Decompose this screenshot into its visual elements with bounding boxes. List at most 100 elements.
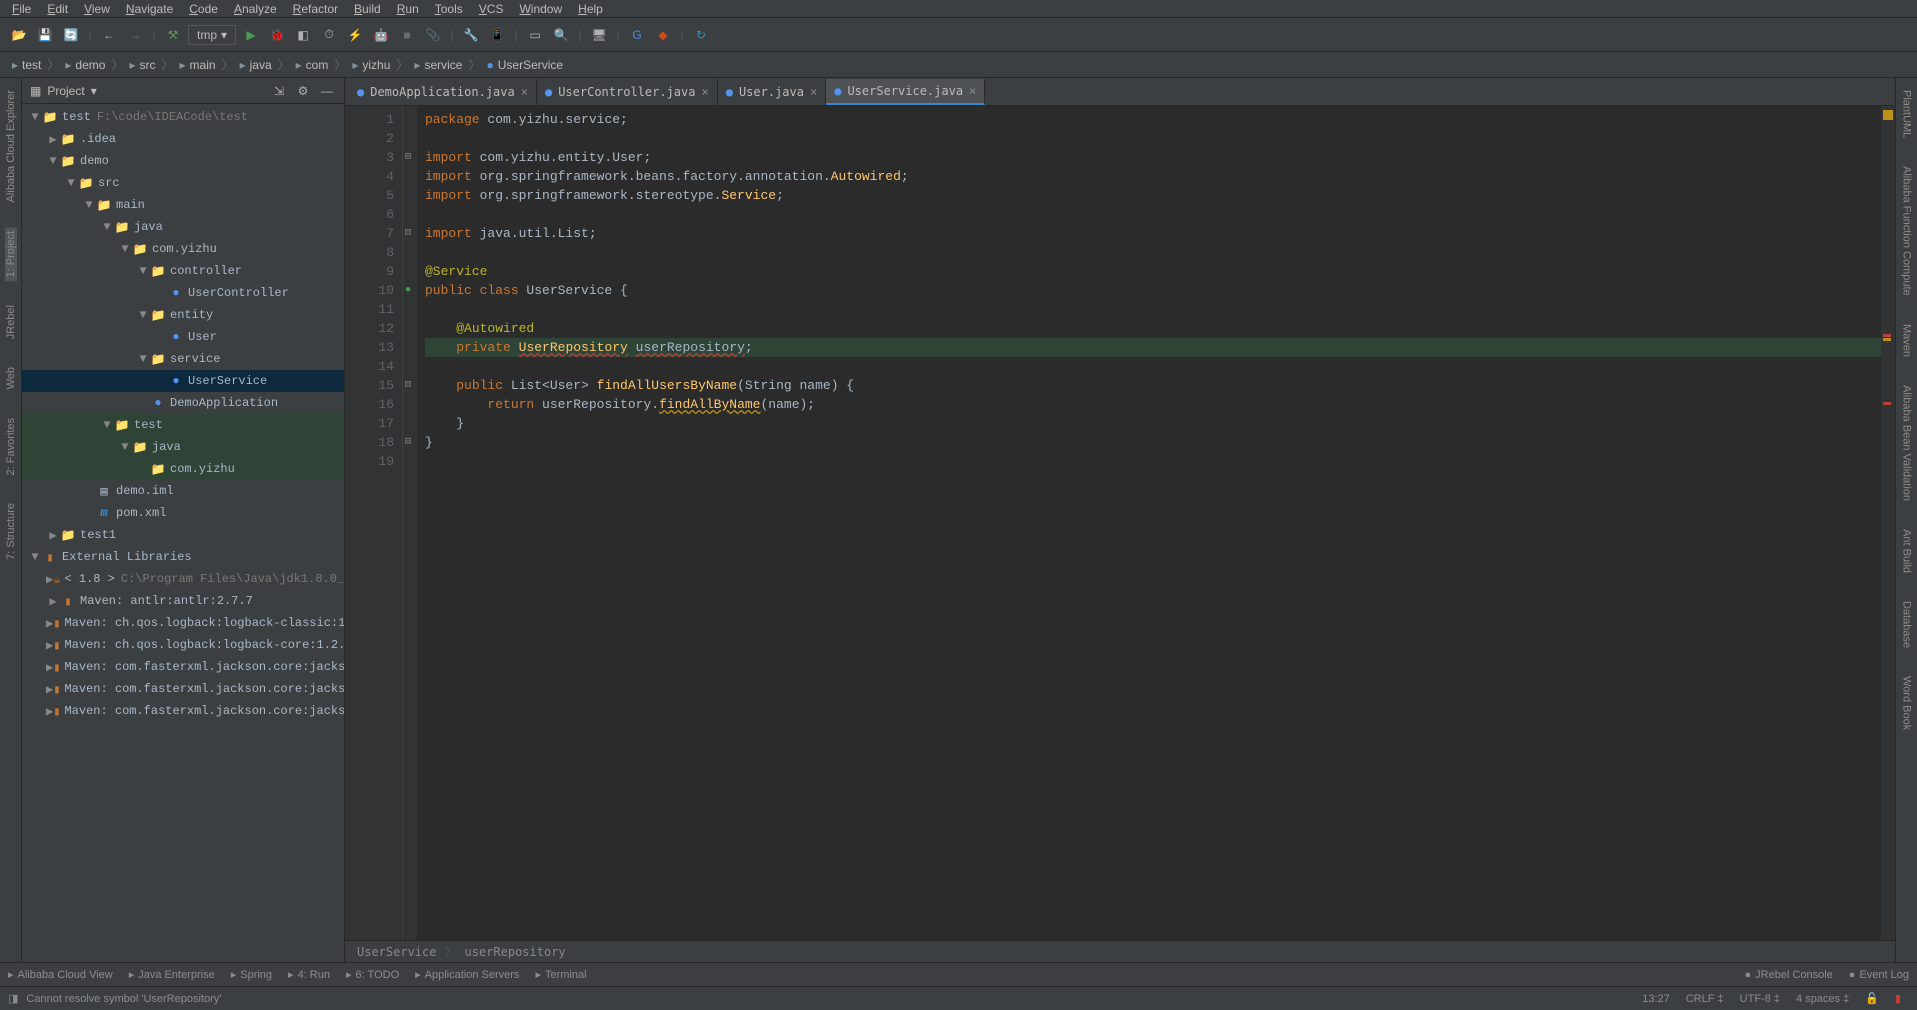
menu-tools[interactable]: Tools	[427, 2, 471, 16]
close-icon[interactable]: ×	[969, 84, 976, 98]
tree-item[interactable]: ▶📁.idea	[22, 128, 344, 150]
warning-mark[interactable]	[1883, 338, 1891, 341]
menu-navigate[interactable]: Navigate	[118, 2, 181, 16]
sdk-icon[interactable]: 📱	[486, 24, 508, 46]
breadcrumb-yizhu[interactable]: ▸ yizhu	[348, 58, 394, 72]
debug-icon[interactable]: 🐞	[266, 24, 288, 46]
left-tool-web[interactable]: Web	[5, 363, 17, 393]
error-stripe[interactable]	[1881, 106, 1895, 940]
bottom-tool-jrebel-console[interactable]: ● JRebel Console	[1744, 969, 1832, 981]
right-tool-alibaba-function-compute[interactable]: Alibaba Function Compute	[1901, 162, 1913, 300]
tree-item[interactable]: ▶▮Maven: antlr:antlr:2.7.7	[22, 590, 344, 612]
tree-item[interactable]: ▼▮External Libraries	[22, 546, 344, 568]
tree-item[interactable]: ●User	[22, 326, 344, 348]
bottom-tool-spring[interactable]: ▸ Spring	[231, 968, 272, 981]
tree-item[interactable]: ▼📁testF:\code\IDEACode\test	[22, 106, 344, 128]
breadcrumb-com[interactable]: ▸ com	[292, 58, 333, 72]
tree-item[interactable]: ▼📁demo	[22, 150, 344, 172]
menu-window[interactable]: Window	[511, 2, 570, 16]
right-tool-ant-build[interactable]: Ant Build	[1901, 525, 1913, 577]
tree-item[interactable]: ●UserService	[22, 370, 344, 392]
profile-icon[interactable]: ⏱	[318, 24, 340, 46]
search-icon[interactable]: 🔍	[550, 24, 572, 46]
coverage-icon[interactable]: ◧	[292, 24, 314, 46]
bottom-tool-4-run[interactable]: ▸ 4: Run	[288, 968, 330, 981]
cursor-position[interactable]: 13:27	[1634, 993, 1678, 1005]
menu-help[interactable]: Help	[570, 2, 611, 16]
tree-item[interactable]: ▼📁entity	[22, 304, 344, 326]
chevron-down-icon[interactable]: ▾	[91, 84, 97, 98]
menu-analyze[interactable]: Analyze	[226, 2, 285, 16]
menu-edit[interactable]: Edit	[39, 2, 76, 16]
warning-mark[interactable]	[1883, 110, 1893, 120]
left-tool-2-favorites[interactable]: 2: Favorites	[5, 414, 17, 479]
code-editor[interactable]: 12345678910111213141516171819 ⊟ ⊟ ● ⊟ ⊟ …	[345, 106, 1895, 940]
right-tool-alibaba-bean-validation[interactable]: Alibaba Bean Validation	[1901, 381, 1913, 505]
left-tool-jrebel[interactable]: JRebel	[5, 301, 17, 343]
breadcrumb-test[interactable]: ▸ test	[8, 58, 45, 72]
tree-item[interactable]: ▶▮Maven: ch.qos.logback:logback-core:1.2…	[22, 634, 344, 656]
tree-item[interactable]: ●DemoApplication	[22, 392, 344, 414]
tree-item[interactable]: ▼📁service	[22, 348, 344, 370]
tab-UserService[interactable]: ●UserService.java×	[826, 79, 985, 105]
tree-item[interactable]: ▼📁test	[22, 414, 344, 436]
tree-item[interactable]: ▶▮Maven: com.fasterxml.jackson.core:jack…	[22, 700, 344, 722]
tree-item[interactable]: ▶▮Maven: com.fasterxml.jackson.core:jack…	[22, 656, 344, 678]
run-icon[interactable]: ▶	[240, 24, 262, 46]
tree-item[interactable]: ▤demo.iml	[22, 480, 344, 502]
run-config-dropdown[interactable]: tmp ▾	[188, 25, 236, 45]
right-tool-plantuml[interactable]: PlantUML	[1901, 86, 1913, 142]
breadcrumb-java[interactable]: ▸ java	[236, 58, 276, 72]
tree-item[interactable]: ▼📁src	[22, 172, 344, 194]
google-icon[interactable]: G	[626, 24, 648, 46]
right-tool-maven[interactable]: Maven	[1901, 320, 1913, 361]
close-icon[interactable]: ×	[701, 85, 708, 99]
forward-icon[interactable]: →	[124, 24, 146, 46]
bottom-tool-java-enterprise[interactable]: ▸ Java Enterprise	[129, 968, 215, 981]
menu-code[interactable]: Code	[181, 2, 226, 16]
tree-item[interactable]: ▼📁java	[22, 216, 344, 238]
indent-setting[interactable]: 4 spaces ‡	[1788, 993, 1857, 1005]
file-encoding[interactable]: UTF-8 ‡	[1732, 993, 1788, 1005]
attach-icon[interactable]: 📎	[422, 24, 444, 46]
avd-icon[interactable]: ▭	[524, 24, 546, 46]
wrench-icon[interactable]: 🔧	[460, 24, 482, 46]
breadcrumb-src[interactable]: ▸ src	[125, 58, 159, 72]
left-tool-7-structure[interactable]: 7: Structure	[5, 499, 17, 564]
editor-crumb-item[interactable]: UserService	[357, 945, 436, 959]
back-icon[interactable]: ←	[98, 24, 120, 46]
right-tool-word-book[interactable]: Word Book	[1901, 672, 1913, 734]
status-icon[interactable]: ◨	[8, 992, 18, 1005]
reload-icon[interactable]: ↻	[690, 24, 712, 46]
tab-DemoApplication[interactable]: ●DemoApplication.java×	[349, 79, 537, 105]
close-icon[interactable]: ×	[521, 85, 528, 99]
bottom-tool-terminal[interactable]: ▸ Terminal	[535, 968, 586, 981]
tree-item[interactable]: ▼📁com.yizhu	[22, 238, 344, 260]
tree-item[interactable]: ▼📁java	[22, 436, 344, 458]
fold-icon[interactable]: ⊟	[405, 376, 415, 386]
hide-icon[interactable]: —	[318, 84, 336, 98]
tree-item[interactable]: ▼📁main	[22, 194, 344, 216]
bottom-tool-event-log[interactable]: ● Event Log	[1849, 969, 1909, 981]
menu-file[interactable]: File	[4, 2, 39, 16]
jrebel-run-icon[interactable]: ⚡	[344, 24, 366, 46]
tree-item[interactable]: ▶☕< 1.8 >C:\Program Files\Java\jdk1.8.0_…	[22, 568, 344, 590]
sonar-icon[interactable]: ◆	[652, 24, 674, 46]
line-separator[interactable]: CRLF ‡	[1678, 993, 1732, 1005]
bottom-tool-application-servers[interactable]: ▸ Application Servers	[415, 968, 519, 981]
code-content[interactable]: package com.yizhu.service;import com.yiz…	[417, 106, 1881, 940]
sync-icon[interactable]: 🔄	[60, 24, 82, 46]
tab-User[interactable]: ●User.java×	[718, 79, 827, 105]
bottom-tool-6-todo[interactable]: ▸ 6: TODO	[346, 968, 399, 981]
lock-icon[interactable]: 🔓	[1857, 992, 1887, 1005]
editor-crumb-item[interactable]: userRepository	[465, 945, 566, 959]
bottom-tool-alibaba-cloud-view[interactable]: ▸ Alibaba Cloud View	[8, 968, 113, 981]
close-icon[interactable]: ×	[810, 85, 817, 99]
breadcrumb-UserService[interactable]: ● UserService	[482, 58, 567, 72]
menu-refactor[interactable]: Refactor	[285, 2, 346, 16]
tree-item[interactable]: ▼📁controller	[22, 260, 344, 282]
presentation-icon[interactable]: 🖥	[588, 24, 610, 46]
save-icon[interactable]: 💾	[34, 24, 56, 46]
tree-item[interactable]: ▶📁test1	[22, 524, 344, 546]
fold-icon[interactable]: ⊟	[405, 148, 415, 158]
